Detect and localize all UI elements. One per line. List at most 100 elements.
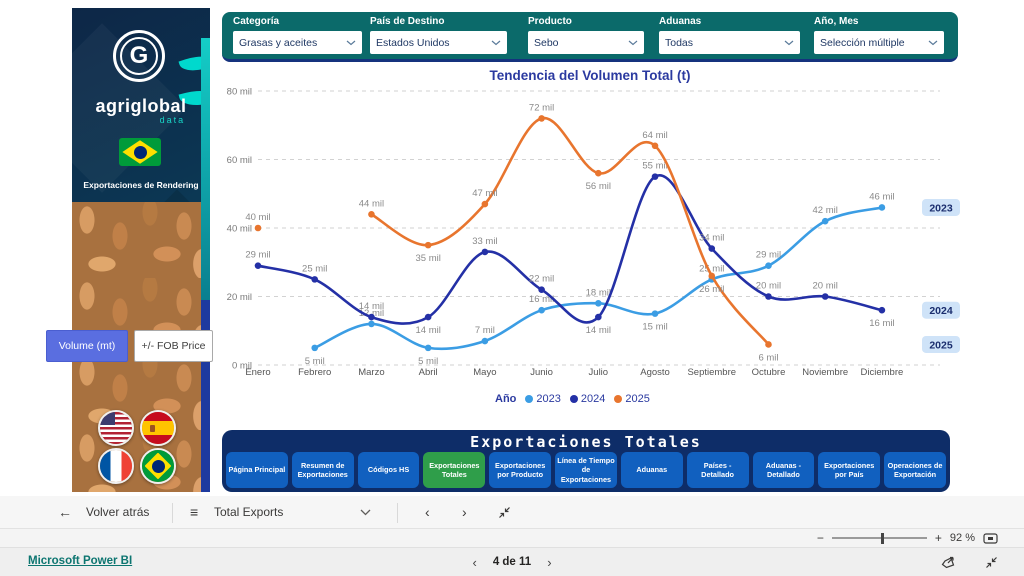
nav-button[interactable]: Códigos HS xyxy=(358,452,420,488)
flag-france-button[interactable] xyxy=(98,448,134,484)
chevron-down-icon[interactable] xyxy=(360,496,371,528)
data-point-2024[interactable] xyxy=(595,314,602,321)
page-navigation: Exportaciones Totales Página PrincipalRe… xyxy=(222,430,950,492)
data-point-2024[interactable] xyxy=(425,314,432,321)
page-list-icon[interactable]: ≡ xyxy=(190,496,198,528)
legend-item[interactable]: 2024 xyxy=(570,393,605,405)
filter-label: Categoría xyxy=(233,16,362,27)
filter-dropdown[interactable]: Estados Unidos xyxy=(370,31,507,54)
legend-title: Año xyxy=(495,393,516,405)
y-axis-label: 80 mil xyxy=(227,87,252,98)
filter-dropdown[interactable]: Grasas y aceites xyxy=(233,31,362,54)
legend-label: 2025 xyxy=(625,393,649,405)
y-axis-label: 40 mil xyxy=(227,224,252,235)
data-point-2024[interactable] xyxy=(255,262,262,269)
year-pill-label: 2025 xyxy=(929,339,953,351)
data-label: 22 mil xyxy=(529,274,554,285)
data-point-2023[interactable] xyxy=(368,321,375,328)
zoom-slider-thumb[interactable] xyxy=(881,533,884,544)
prev-page-chevron-icon[interactable]: ‹ xyxy=(425,496,430,528)
powerbi-footer: Microsoft Power BI ‹ 4 de 11 › xyxy=(0,548,1024,576)
data-point-2024[interactable] xyxy=(368,314,375,321)
zoom-in-icon[interactable]: + xyxy=(935,531,942,545)
year-pill-label: 2024 xyxy=(929,305,953,317)
data-point-2023[interactable] xyxy=(879,204,886,211)
data-point-2024[interactable] xyxy=(538,286,545,293)
share-icon[interactable] xyxy=(941,556,955,569)
back-arrow-icon[interactable]: ← xyxy=(58,496,72,528)
nav-button[interactable]: Exportaciones por Producto xyxy=(489,452,551,488)
data-label: 15 mil xyxy=(642,322,667,333)
power-bi-report: G agriglobal data Exportaciones de Rende… xyxy=(0,0,1024,576)
filter-dropdown[interactable]: Selección múltiple xyxy=(814,31,944,54)
flag-usa-button[interactable] xyxy=(98,410,134,446)
data-point-2023[interactable] xyxy=(652,310,659,317)
legend-item[interactable]: 2023 xyxy=(525,393,560,405)
filter-label: Aduanas xyxy=(659,16,800,27)
data-point-2025[interactable] xyxy=(595,170,602,177)
data-point-2025[interactable] xyxy=(538,115,545,122)
back-button[interactable]: Volver atrás xyxy=(86,496,149,528)
data-point-2023[interactable] xyxy=(538,307,545,314)
nav-button[interactable]: Operaciones de Exportación xyxy=(884,452,946,488)
data-point-2025[interactable] xyxy=(482,201,489,208)
data-point-2025[interactable] xyxy=(368,211,375,218)
fit-to-page-icon[interactable] xyxy=(983,533,998,544)
data-point-2024[interactable] xyxy=(482,249,489,256)
nav-button[interactable]: Aduanas - Detallado xyxy=(753,452,815,488)
x-axis-label: Julio xyxy=(589,367,609,378)
prev-page-chevron-icon[interactable]: ‹ xyxy=(472,555,476,570)
filter-label: Producto xyxy=(528,16,644,27)
data-point-2023[interactable] xyxy=(482,338,489,345)
x-axis-label: Agosto xyxy=(640,367,670,378)
flag-brazil-button[interactable] xyxy=(140,448,176,484)
data-label: 26 mil xyxy=(699,284,724,295)
data-point-2024[interactable] xyxy=(311,276,318,283)
legend-item[interactable]: 2025 xyxy=(614,393,649,405)
nav-button[interactable]: Aduanas xyxy=(621,452,683,488)
flag-spain-button[interactable] xyxy=(140,410,176,446)
nav-button[interactable]: Resumen de Exportaciones xyxy=(292,452,354,488)
data-point-2025[interactable] xyxy=(255,225,262,232)
data-point-2023[interactable] xyxy=(311,345,318,352)
data-point-2023[interactable] xyxy=(765,262,772,269)
nav-button[interactable]: Línea de Tiempo de Exportaciones xyxy=(555,452,617,488)
data-point-2024[interactable] xyxy=(765,293,772,300)
nav-button[interactable]: Exportaciones Totales xyxy=(423,452,485,488)
nav-button[interactable]: Página Principal xyxy=(226,452,288,488)
data-point-2024[interactable] xyxy=(708,245,715,252)
page-selector[interactable]: Total Exports xyxy=(214,496,283,528)
data-point-2024[interactable] xyxy=(879,307,886,314)
data-point-2023[interactable] xyxy=(822,218,829,225)
legend-dot-icon xyxy=(614,395,622,403)
fullscreen-icon[interactable] xyxy=(985,556,998,569)
next-page-chevron-icon[interactable]: › xyxy=(547,555,551,570)
data-point-2024[interactable] xyxy=(822,293,829,300)
collapse-icon[interactable] xyxy=(498,496,511,528)
filter-dropdown[interactable]: Todas xyxy=(659,31,800,54)
filter-value: Estados Unidos xyxy=(376,37,487,49)
legend-dot-icon xyxy=(570,395,578,403)
zoom-percent: 92 % xyxy=(950,532,975,544)
next-page-chevron-icon[interactable]: › xyxy=(462,496,467,528)
volume-toggle-button[interactable]: Volume (mt) xyxy=(46,330,128,362)
data-label: 14 mil xyxy=(586,325,611,336)
data-point-2025[interactable] xyxy=(652,143,659,150)
x-axis-label: Noviembre xyxy=(802,367,848,378)
powerbi-toolbar: ← Volver atrás ≡ Total Exports ‹ › xyxy=(0,496,1024,529)
zoom-out-icon[interactable]: − xyxy=(817,531,824,545)
data-point-2025[interactable] xyxy=(708,273,715,280)
zoom-slider[interactable] xyxy=(832,537,927,539)
filter-group: Aduanas Todas xyxy=(659,16,800,54)
data-point-2025[interactable] xyxy=(765,341,772,348)
data-point-2023[interactable] xyxy=(425,345,432,352)
data-point-2024[interactable] xyxy=(652,173,659,180)
data-point-2023[interactable] xyxy=(595,300,602,307)
fob-price-toggle-button[interactable]: +/- FOB Price xyxy=(134,330,213,362)
filter-dropdown[interactable]: Sebo xyxy=(528,31,644,54)
nav-button[interactable]: Exportaciones por País xyxy=(818,452,880,488)
nav-title: Exportaciones Totales xyxy=(226,432,946,452)
data-point-2025[interactable] xyxy=(425,242,432,249)
nav-button[interactable]: Países - Detallado xyxy=(687,452,749,488)
sidebar-caption: Exportaciones de Rendering xyxy=(72,180,210,190)
